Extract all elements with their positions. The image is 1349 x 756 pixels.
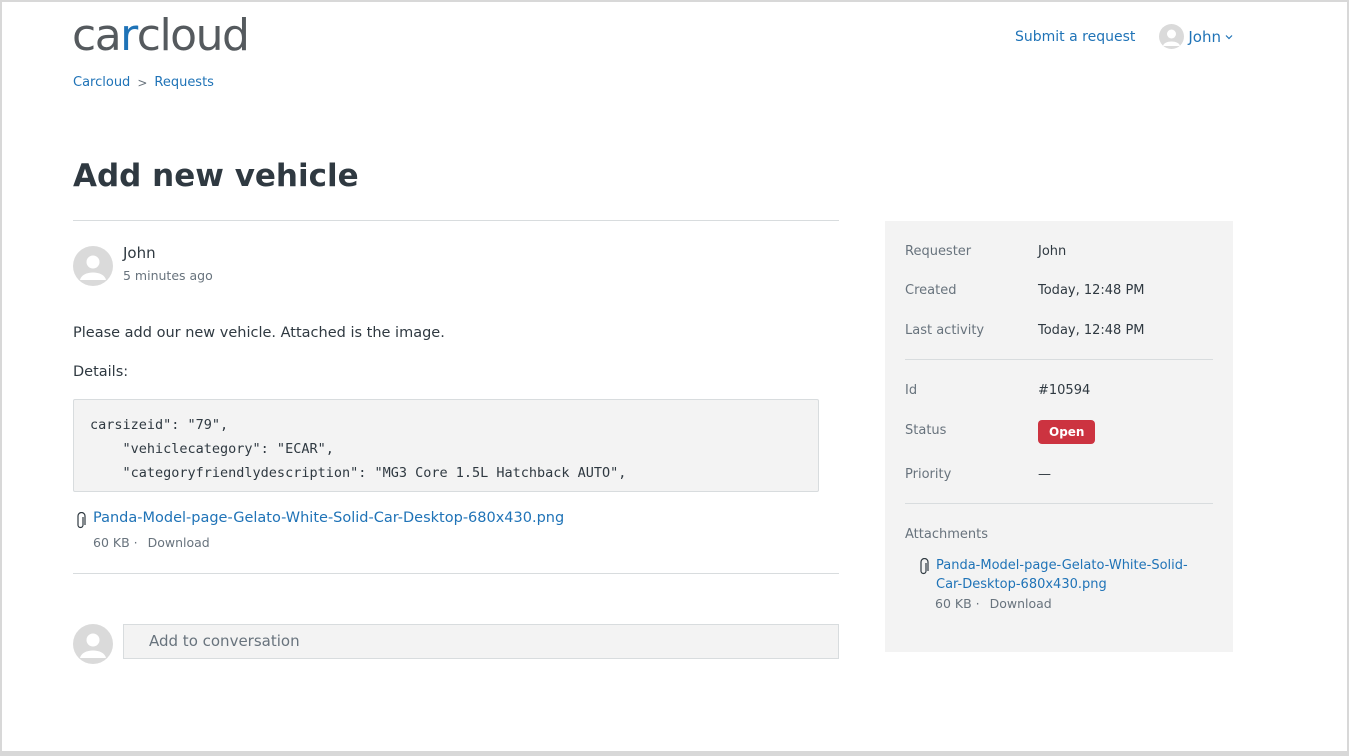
code-line: "vehiclecategory": "ECAR", (90, 441, 334, 457)
attachment-download-link[interactable]: Download (148, 535, 210, 550)
comment-divider (73, 573, 839, 574)
submit-request-link[interactable]: Submit a request (1015, 29, 1135, 45)
requester-value: John (1038, 244, 1067, 259)
reply-avatar-icon (73, 624, 113, 664)
requester-label: Requester (905, 244, 972, 259)
priority-value: — (1038, 467, 1051, 482)
code-line: carsizeid": "79", (90, 417, 229, 433)
comment-time: 5 minutes ago (123, 268, 213, 283)
logo-text-part2: cloud (136, 10, 250, 61)
status-label: Status (905, 423, 947, 438)
attachments-label: Attachments (905, 527, 988, 542)
attachment-size: 60 KB (93, 535, 130, 550)
last-activity-value: Today, 12:48 PM (1038, 323, 1145, 338)
request-details-sidebar: Requester John Created Today, 12:48 PM L… (885, 221, 1233, 652)
breadcrumb-separator: > (137, 75, 148, 90)
breadcrumb-requests[interactable]: Requests (154, 75, 214, 90)
attachment-separator: · (133, 535, 138, 550)
sidebar-attachment-size: 60 KB (935, 596, 972, 611)
add-to-conversation-input[interactable]: Add to conversation (123, 624, 839, 659)
sidebar-divider (905, 503, 1213, 504)
code-line: "categoryfriendlydescription": "MG3 Core… (90, 465, 627, 481)
comment-body: Please add our new vehicle. Attached is … (73, 325, 445, 341)
details-label: Details: (73, 364, 129, 380)
attachment-meta: 60 KB · Download (93, 535, 210, 550)
header-nav: Submit a request John (1015, 24, 1233, 49)
id-value: #10594 (1038, 383, 1091, 398)
sidebar-attachment: Panda-Model-page-Gelato-White-Solid-Car-… (918, 556, 1206, 594)
sidebar-attachment-separator: · (975, 596, 980, 611)
author-avatar-icon (73, 246, 113, 286)
breadcrumb: Carcloud > Requests (73, 75, 214, 90)
page-title: Add new vehicle (73, 158, 359, 194)
logo-text-accent: r (120, 10, 138, 61)
sidebar-attachment-link[interactable]: Panda-Model-page-Gelato-White-Solid-Car-… (936, 556, 1206, 594)
last-activity-label: Last activity (905, 323, 985, 338)
attachment-link[interactable]: Panda-Model-page-Gelato-White-Solid-Car-… (93, 510, 564, 526)
logo-text-part1: ca (72, 10, 122, 61)
user-avatar-icon (1159, 24, 1185, 49)
comment-attachment: Panda-Model-page-Gelato-White-Solid-Car-… (75, 510, 564, 530)
created-value: Today, 12:48 PM (1038, 283, 1145, 298)
sidebar-divider (905, 359, 1213, 360)
paperclip-icon (920, 558, 929, 575)
comment-author: John (123, 244, 156, 262)
details-code-block: carsizeid": "79", "vehiclecategory": "EC… (73, 399, 819, 492)
title-divider (73, 220, 839, 221)
priority-label: Priority (905, 467, 952, 482)
sidebar-attachment-meta: 60 KB · Download (935, 596, 1052, 611)
status-badge: Open (1038, 420, 1096, 444)
breadcrumb-carcloud[interactable]: Carcloud (73, 75, 130, 90)
sidebar-attachment-download-link[interactable]: Download (990, 596, 1052, 611)
created-label: Created (905, 283, 957, 298)
paperclip-icon (77, 512, 86, 529)
user-name: John (1188, 27, 1221, 46)
carcloud-logo[interactable]: ca r cloud (72, 10, 250, 61)
user-menu[interactable]: John (1159, 24, 1233, 49)
id-label: Id (905, 383, 918, 398)
chevron-down-icon (1225, 34, 1233, 39)
